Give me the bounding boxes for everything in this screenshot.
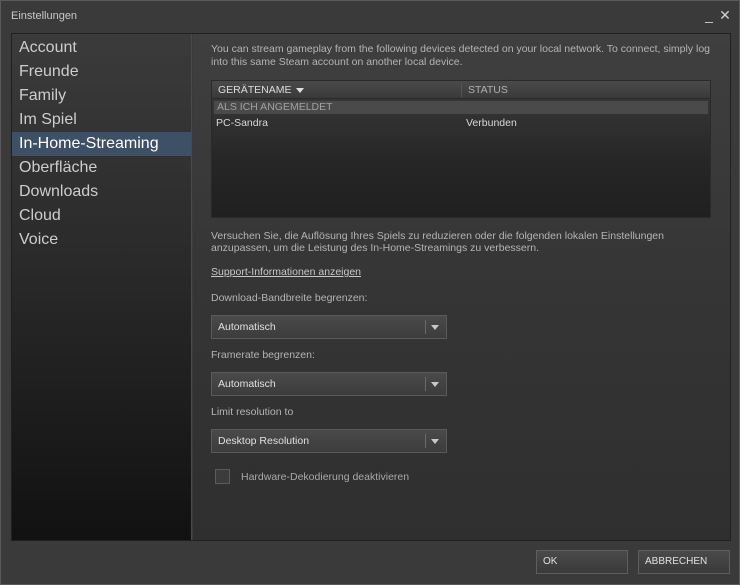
sidebar-item-friends[interactable]: Freunde <box>12 60 191 84</box>
framerate-value: Automatisch <box>218 378 276 390</box>
chevron-down-icon <box>431 439 439 444</box>
window-title: Einstellungen <box>11 10 78 22</box>
hw-decoding-label: Hardware-Dekodierung deaktivieren <box>241 471 410 483</box>
framerate-label: Framerate begrenzen: <box>211 349 315 361</box>
ok-button[interactable]: OK <box>536 550 628 574</box>
dropdown-divider <box>425 377 426 391</box>
table-group-header: ALS ICH ANGEMELDET <box>214 101 708 114</box>
device-status: Verbunden <box>466 117 517 129</box>
device-table: GERÄTENAME STATUS ALS ICH ANGEMELDET PC-… <box>211 80 711 218</box>
sidebar-item-voice[interactable]: Voice <box>12 228 191 252</box>
sidebar-item-downloads[interactable]: Downloads <box>12 180 191 204</box>
close-icon[interactable]: ✕ <box>717 6 733 24</box>
sidebar-item-in-game[interactable]: Im Spiel <box>12 108 191 132</box>
performance-hint: Versuchen Sie, die Auflösung Ihres Spiel… <box>211 230 664 254</box>
sidebar-item-account[interactable]: Account <box>12 36 191 60</box>
resolution-value: Desktop Resolution <box>218 435 310 447</box>
hw-decoding-checkbox[interactable] <box>215 469 230 484</box>
device-name: PC-Sandra <box>216 117 268 129</box>
intro-text: You can stream gameplay from the followi… <box>211 43 711 68</box>
title-bar[interactable]: Einstellungen _ ✕ <box>1 1 739 31</box>
sidebar-item-in-home-streaming[interactable]: In-Home-Streaming <box>12 132 191 156</box>
streaming-panel: You can stream gameplay from the followi… <box>193 34 730 540</box>
table-row[interactable]: PC-Sandra Verbunden <box>212 116 710 130</box>
chevron-down-icon <box>431 325 439 330</box>
sort-down-icon <box>295 87 304 93</box>
resolution-dropdown[interactable]: Desktop Resolution <box>211 429 447 453</box>
settings-sidebar: Account Freunde Family Im Spiel In-Home-… <box>12 34 192 540</box>
settings-window: Einstellungen _ ✕ Account Freunde Family… <box>0 0 740 585</box>
table-header: GERÄTENAME STATUS <box>212 81 710 99</box>
settings-content: Account Freunde Family Im Spiel In-Home-… <box>11 33 731 541</box>
framerate-dropdown[interactable]: Automatisch <box>211 372 447 396</box>
dropdown-divider <box>425 434 426 448</box>
column-header-status[interactable]: STATUS <box>468 84 508 96</box>
chevron-down-icon <box>431 382 439 387</box>
sidebar-item-family[interactable]: Family <box>12 84 191 108</box>
sidebar-item-cloud[interactable]: Cloud <box>12 204 191 228</box>
resolution-label: Limit resolution to <box>211 406 294 418</box>
column-header-device-name[interactable]: GERÄTENAME <box>218 84 304 96</box>
support-info-link[interactable]: Support-Informationen anzeigen <box>211 266 361 278</box>
dropdown-divider <box>425 320 426 334</box>
bandwidth-value: Automatisch <box>218 321 276 333</box>
cancel-button[interactable]: ABBRECHEN <box>638 550 730 574</box>
sidebar-item-interface[interactable]: Oberfläche <box>12 156 191 180</box>
minimize-icon[interactable]: _ <box>701 6 717 24</box>
bandwidth-dropdown[interactable]: Automatisch <box>211 315 447 339</box>
column-divider[interactable] <box>461 83 462 97</box>
bandwidth-label: Download-Bandbreite begrenzen: <box>211 292 368 304</box>
